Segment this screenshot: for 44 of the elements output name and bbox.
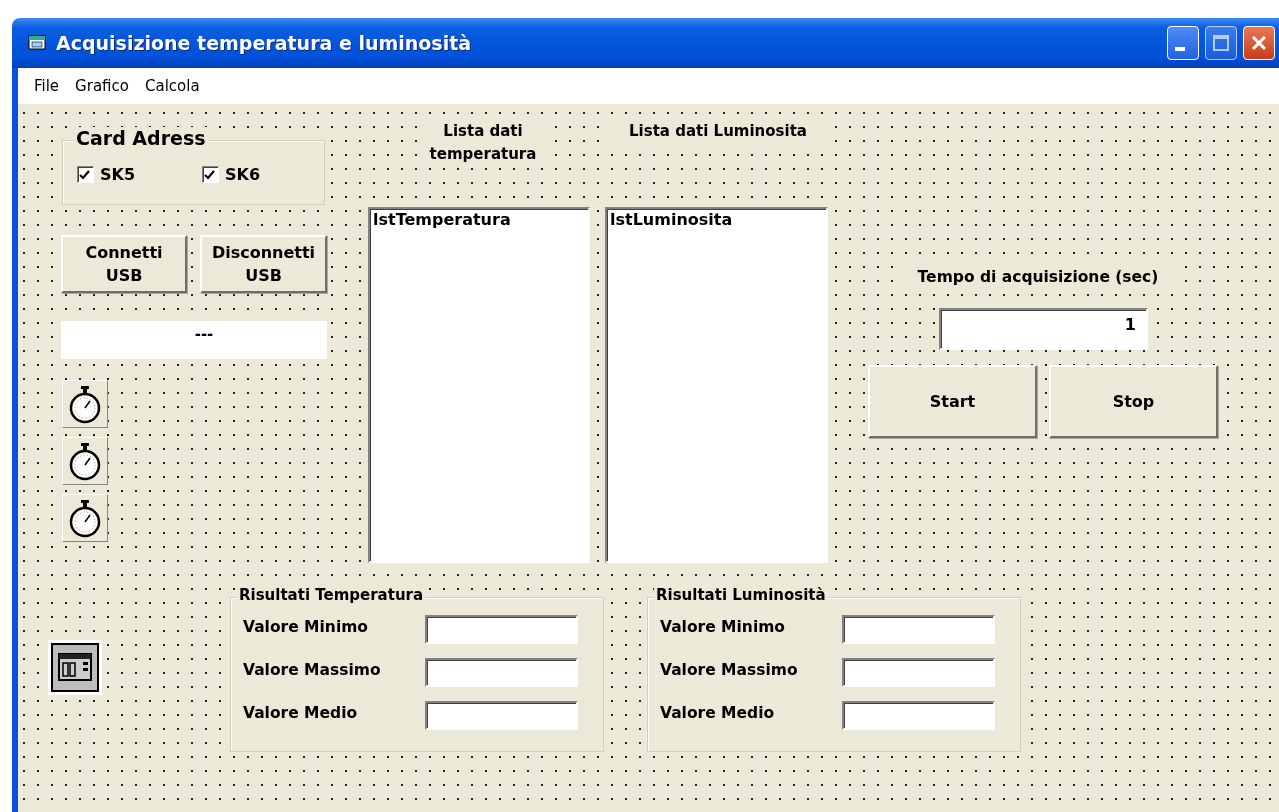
result-label: Valore Medio — [243, 704, 358, 722]
status-label: --- — [61, 321, 327, 359]
maximize-button[interactable] — [1205, 26, 1237, 60]
result-label: Valore Medio — [660, 704, 775, 722]
result-label: Valore Minimo — [660, 618, 785, 636]
close-icon — [1251, 35, 1267, 51]
minimize-button[interactable] — [1167, 26, 1199, 60]
result-label: Valore Massimo — [243, 661, 381, 679]
timer-icon[interactable] — [62, 380, 108, 428]
window-title: Acquisizione temperatura e luminosità — [56, 32, 472, 54]
result-field[interactable] — [842, 615, 995, 644]
list-item[interactable]: lstLuminosita — [610, 210, 733, 229]
result-field[interactable] — [425, 658, 578, 687]
dialog-control-icon[interactable] — [48, 640, 102, 695]
result-field[interactable] — [425, 615, 578, 644]
result-label: Valore Massimo — [660, 661, 798, 679]
timer-icon[interactable] — [62, 494, 108, 542]
checkbox-square[interactable] — [77, 166, 94, 183]
checkbox[interactable]: SK6 — [202, 165, 261, 184]
checkbox[interactable]: SK5 — [77, 165, 136, 184]
checkbox-label: SK6 — [225, 165, 261, 184]
maximize-icon — [1212, 34, 1230, 52]
menu-item[interactable]: File — [28, 77, 70, 95]
result-label: Valore Minimo — [243, 618, 368, 636]
list-box[interactable]: lstLuminosita — [605, 207, 828, 563]
control-button[interactable]: Start — [868, 365, 1037, 438]
acquisition-field[interactable]: 1 — [939, 308, 1148, 350]
minimize-icon — [1175, 47, 1185, 51]
result-field[interactable] — [425, 701, 578, 730]
checkbox-square[interactable] — [202, 166, 219, 183]
list-item[interactable]: lstTemperatura — [373, 210, 511, 229]
usb-button[interactable]: Connetti USB — [61, 235, 187, 293]
usb-button[interactable]: Disconnetti USB — [200, 235, 327, 293]
result-field[interactable] — [842, 701, 995, 730]
checkbox-label: SK5 — [100, 165, 136, 184]
control-button[interactable]: Stop — [1049, 365, 1218, 438]
menu-item[interactable]: Calcola — [138, 77, 210, 95]
list-box[interactable]: lstTemperatura — [368, 207, 590, 563]
close-button[interactable] — [1243, 26, 1275, 60]
menu-item[interactable]: Grafico — [69, 77, 139, 95]
result-field[interactable] — [842, 658, 995, 687]
frame-title: Risultati Temperatura — [237, 586, 426, 604]
timer-icon[interactable] — [62, 437, 108, 485]
form-icon — [28, 34, 48, 52]
